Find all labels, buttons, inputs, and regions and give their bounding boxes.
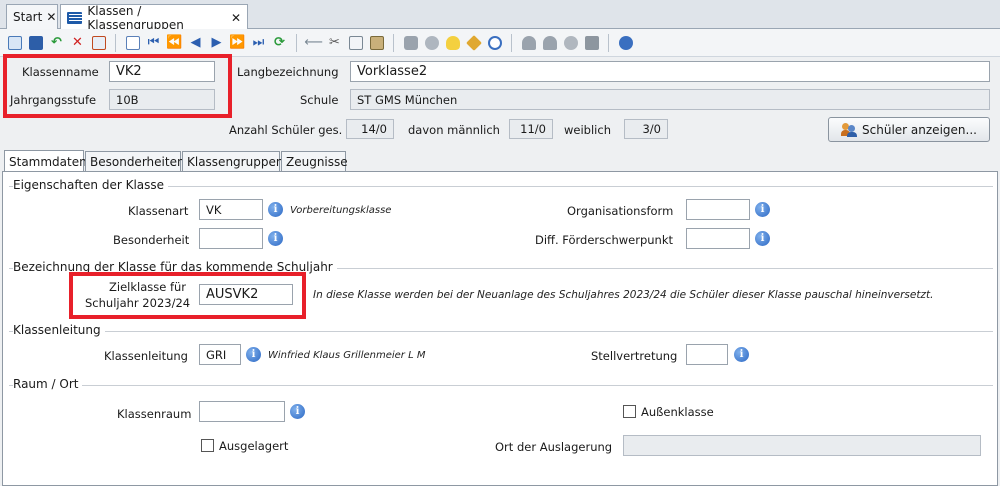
stammdaten-panel: Eigenschaften der Klasse Klassenart VK i… [2,171,998,486]
foerderschwerpunkt-input[interactable] [686,228,750,249]
ort-auslagerung-field [623,435,981,456]
export-icon[interactable] [90,34,107,51]
info-icon[interactable]: i [755,231,770,246]
first-icon[interactable]: ⏮ [145,34,162,51]
info-icon[interactable]: i [290,404,305,419]
show-students-label: Schüler anzeigen... [862,122,977,137]
schule-field: ST GMS München [350,89,990,110]
weiblich-label: weiblich [564,123,611,137]
info-icon[interactable]: i [246,347,261,362]
copy-icon[interactable] [124,34,141,51]
prev-page-icon[interactable]: ⏪ [166,34,183,51]
window-icon[interactable] [583,34,600,51]
toolbar-separator [296,33,297,52]
toolbar-separator [608,33,609,52]
besonderheit-label: Besonderheit [113,233,190,247]
tab-zeugnisse[interactable]: Zeugnisse [281,151,348,172]
next-icon[interactable]: ▶ [208,34,225,51]
clock-icon[interactable] [486,34,503,51]
next-page-icon[interactable]: ⏩ [229,34,246,51]
foerderschwerpunkt-label: Diff. Förderschwerpunkt [535,233,674,247]
klassenleitung-input[interactable]: GRI [199,344,241,365]
delete-icon[interactable]: ✕ [69,34,86,51]
stamp-icon[interactable] [562,34,579,51]
section-divider [9,331,993,332]
tab-klassengruppen[interactable]: Klassengruppen [182,151,283,172]
besonderheit-input[interactable] [199,228,263,249]
klassenleitung-label: Klassenleitung [104,349,188,363]
user-icon[interactable] [541,34,558,51]
undo-icon[interactable]: ↶ [48,34,65,51]
stellvertretung-label: Stellvertretung [591,349,678,363]
section-divider [9,385,993,386]
ort-auslagerung-label: Ort der Auslagerung [495,440,613,454]
toolbar: ↶ ✕ ⏮ ⏪ ◀ ▶ ⏩ ⏭ ⟳ ⟵ ✂ [0,29,1000,57]
section-raum-title: Raum / Ort [13,377,83,391]
klassenleitung-name: Winfried Klaus Grillenmeier L M [268,350,426,361]
ausgelagert-label: Ausgelagert [219,439,289,453]
tab-start-label: Start [13,10,43,24]
tab-start[interactable]: Start ✕ [6,4,58,29]
close-icon[interactable]: ✕ [231,11,241,25]
aussenklasse-label: Außenklasse [641,405,714,419]
document-tab-bar: Start ✕ Klassen / Klassengruppen ✕ [0,0,1000,32]
klassenraum-label: Klassenraum [117,407,192,421]
table-icon [67,11,83,24]
show-students-button[interactable]: Schüler anzeigen... [828,117,990,142]
info-icon[interactable]: i [268,231,283,246]
anzahl-schueler-value: 14/0 [346,119,394,139]
anzahl-schueler-label: Anzahl Schüler ges. [229,123,343,137]
toolbar-separator [115,33,116,52]
info-icon[interactable]: i [268,202,283,217]
save-icon[interactable] [27,34,44,51]
ausgelagert-checkbox[interactable] [201,439,214,452]
klassenart-note: Vorbereitungsklasse [290,205,392,216]
prev-icon[interactable]: ◀ [187,34,204,51]
refresh-icon[interactable]: ⟳ [271,34,288,51]
langbezeichnung-input[interactable]: Vorklasse2 [350,61,990,82]
close-icon[interactable]: ✕ [46,10,56,24]
langbezeichnung-label: Langbezeichnung [237,65,339,79]
tab-stammdaten[interactable]: Stammdaten [4,150,87,172]
zielklasse-note: In diese Klasse werden bei der Neuanlage… [313,289,934,301]
maennlich-label: davon männlich [408,123,500,137]
schule-label: Schule [300,93,339,107]
tab-klassen-label: Klassen / Klassengruppen [87,3,184,32]
last-icon[interactable]: ⏭ [250,34,267,51]
copy-doc-icon[interactable] [347,34,364,51]
info-icon[interactable]: i [755,202,770,217]
maennlich-value: 11/0 [509,119,553,139]
organisationsform-input[interactable] [686,199,750,220]
tab-klassen[interactable]: Klassen / Klassengruppen ✕ [60,3,248,32]
weiblich-value: 3/0 [624,119,668,139]
klassenart-input[interactable]: VK [199,199,263,220]
info-icon[interactable]: i [734,347,749,362]
people-icon [841,122,858,137]
section-eigenschaften-title: Eigenschaften der Klasse [13,178,169,192]
user-group-icon[interactable] [520,34,537,51]
klassenraum-input[interactable] [199,401,285,422]
stellvertretung-input[interactable] [686,344,728,365]
help-icon[interactable] [617,34,634,51]
aussenklasse-checkbox[interactable] [623,405,636,418]
tab-besonderheiten[interactable]: Besonderheiten [85,151,185,172]
lightbulb-icon[interactable] [444,34,461,51]
toolbar-separator [511,33,512,52]
highlight-box [3,54,232,118]
cut-icon[interactable]: ✂ [326,34,343,51]
klassenart-label: Klassenart [128,204,189,218]
broom-icon[interactable] [465,34,482,51]
new-icon[interactable] [6,34,23,51]
paste-icon[interactable] [368,34,385,51]
toolbar-separator [393,33,394,52]
section-klassenleitung-title: Klassenleitung [13,323,105,337]
highlight-box [69,272,306,319]
print-icon[interactable] [402,34,419,51]
organisationsform-label: Organisationsform [567,204,674,218]
back-icon[interactable]: ⟵ [304,34,323,51]
preview-icon[interactable] [423,34,440,51]
